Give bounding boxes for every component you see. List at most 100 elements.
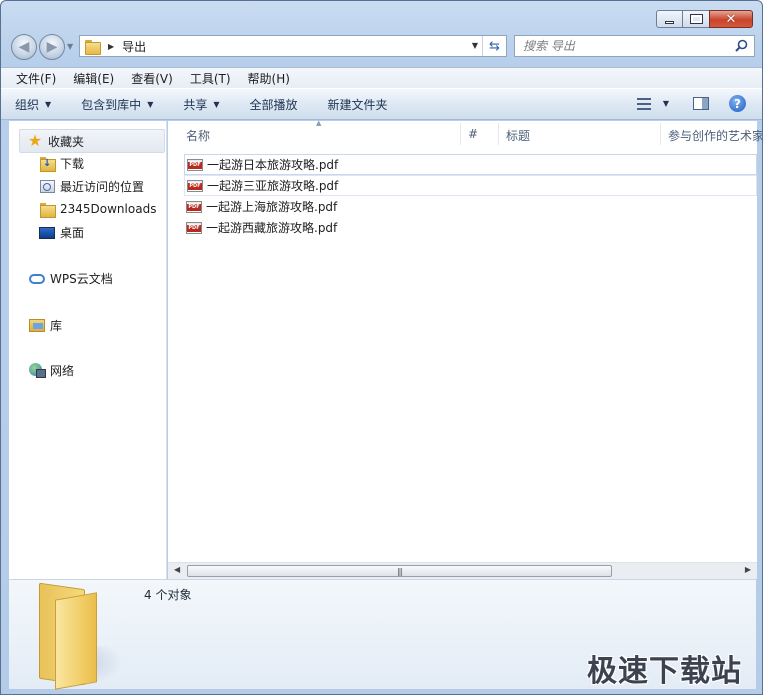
recent-places-icon bbox=[39, 179, 55, 195]
nav-downloads[interactable]: ↓ 下载 bbox=[39, 155, 84, 172]
close-button[interactable]: ✕ bbox=[709, 10, 753, 28]
address-bar[interactable]: ▶ 导出 ▼ ⇆ bbox=[79, 35, 507, 57]
menu-view[interactable]: 查看(V) bbox=[128, 70, 176, 87]
menu-help[interactable]: 帮助(H) bbox=[245, 70, 293, 87]
menu-tools[interactable]: 工具(T) bbox=[187, 70, 234, 87]
include-library-button[interactable]: 包含到库中 ▼ bbox=[81, 96, 153, 113]
view-dropdown-icon[interactable]: ▼ bbox=[663, 99, 669, 108]
file-name: 一起游上海旅游攻略.pdf bbox=[206, 200, 338, 214]
folder-icon bbox=[85, 39, 101, 55]
organize-label: 组织 bbox=[15, 97, 40, 112]
arrow-left-icon: ◀ bbox=[18, 39, 30, 55]
breadcrumb-current[interactable]: 导出 bbox=[122, 38, 146, 55]
file-name: 一起游三亚旅游攻略.pdf bbox=[207, 179, 339, 193]
nav-libraries-label: 库 bbox=[50, 319, 63, 333]
nav-2345downloads-label: 2345Downloads bbox=[60, 202, 157, 216]
nav-network[interactable]: 网络 bbox=[29, 362, 74, 379]
nav-downloads-label: 下载 bbox=[60, 157, 85, 171]
forward-button[interactable]: ▶ bbox=[39, 34, 65, 60]
share-button[interactable]: 共享 ▼ bbox=[183, 96, 219, 113]
refresh-icon: ⇆ bbox=[489, 38, 500, 54]
search-box bbox=[514, 35, 755, 57]
scroll-left-icon[interactable]: ◀ bbox=[174, 565, 180, 574]
file-row[interactable]: 一起游上海旅游攻略.pdf bbox=[184, 196, 757, 217]
column-title[interactable]: 标题 bbox=[506, 127, 530, 144]
maximize-button[interactable] bbox=[682, 10, 710, 28]
caption-buttons: ✕ bbox=[656, 10, 753, 28]
nav-recent[interactable]: 最近访问的位置 bbox=[39, 178, 144, 195]
share-label: 共享 bbox=[183, 97, 208, 112]
menu-bar: 文件(F) 编辑(E) 查看(V) 工具(T) 帮助(H) bbox=[1, 67, 762, 88]
file-name: 一起游西藏旅游攻略.pdf bbox=[206, 221, 338, 235]
column-divider[interactable] bbox=[660, 123, 661, 145]
file-row[interactable]: 一起游三亚旅游攻略.pdf bbox=[184, 175, 757, 196]
close-icon: ✕ bbox=[725, 11, 737, 27]
file-row[interactable]: 一起游西藏旅游攻略.pdf bbox=[184, 217, 757, 238]
navigation-pane: ★ 收藏夹 ↓ 下载 最近访问的位置 2345Downloads 桌面 WPS云… bbox=[9, 121, 167, 579]
folder-icon bbox=[39, 201, 56, 218]
pdf-file-icon bbox=[186, 221, 202, 234]
arrow-right-icon: ▶ bbox=[46, 39, 58, 55]
search-icon[interactable] bbox=[735, 39, 748, 52]
help-icon[interactable]: ? bbox=[729, 95, 746, 112]
column-header: ▲ 名称 # 标题 参与创作的艺术家 bbox=[168, 119, 762, 147]
column-name[interactable]: 名称 bbox=[186, 127, 210, 144]
recent-pages-dropdown[interactable]: ▼ bbox=[67, 42, 73, 51]
pdf-file-icon bbox=[186, 200, 202, 213]
explorer-window: ✕ ◀ ▶ ▼ ▶ 导出 ▼ ⇆ 文件(F) 编辑(E) 查看(V) 工具(T)… bbox=[0, 0, 763, 695]
file-list-pane: ▲ 名称 # 标题 参与创作的艺术家 一起游日本旅游攻略.pdf 一起游三亚旅游… bbox=[168, 119, 762, 579]
nav-desktop[interactable]: 桌面 bbox=[39, 224, 84, 241]
preview-pane-icon[interactable] bbox=[693, 97, 709, 110]
cloud-icon bbox=[29, 271, 45, 287]
organize-button[interactable]: 组织 ▼ bbox=[15, 96, 51, 113]
command-bar: 组织 ▼ 包含到库中 ▼ 共享 ▼ 全部播放 新建文件夹 ▼ ? bbox=[1, 88, 762, 120]
star-icon: ★ bbox=[27, 131, 43, 150]
play-all-button[interactable]: 全部播放 bbox=[250, 96, 298, 113]
refresh-button[interactable]: ⇆ bbox=[482, 36, 506, 56]
nav-desktop-label: 桌面 bbox=[60, 226, 85, 240]
nav-favorites[interactable]: ★ 收藏夹 bbox=[19, 129, 165, 153]
sort-ascending-icon: ▲ bbox=[316, 119, 322, 127]
nav-favorites-label: 收藏夹 bbox=[48, 134, 85, 149]
menu-edit[interactable]: 编辑(E) bbox=[70, 70, 117, 87]
back-button[interactable]: ◀ bbox=[11, 34, 37, 60]
caret-down-icon: ▼ bbox=[147, 99, 154, 109]
nav-recent-label: 最近访问的位置 bbox=[60, 180, 145, 194]
nav-libraries[interactable]: 库 bbox=[29, 317, 62, 334]
large-folder-icon bbox=[33, 582, 123, 690]
pdf-file-icon bbox=[187, 158, 203, 171]
file-row[interactable]: 一起游日本旅游攻略.pdf bbox=[184, 154, 757, 175]
scrollbar-thumb[interactable]: ||| bbox=[187, 565, 612, 577]
scroll-right-icon[interactable]: ▶ bbox=[745, 565, 751, 574]
object-count: 4 个对象 bbox=[144, 588, 192, 602]
view-controls: ▼ ? bbox=[636, 95, 746, 112]
minimize-icon bbox=[665, 20, 674, 24]
menu-file[interactable]: 文件(F) bbox=[13, 70, 59, 87]
pdf-file-icon bbox=[187, 179, 203, 192]
caret-down-icon: ▼ bbox=[213, 99, 220, 109]
include-library-label: 包含到库中 bbox=[81, 97, 142, 112]
desktop-icon bbox=[39, 225, 55, 241]
nav-wps-cloud[interactable]: WPS云文档 bbox=[29, 270, 113, 287]
address-dropdown-icon[interactable]: ▼ bbox=[472, 41, 478, 50]
column-contributing-artist[interactable]: 参与创作的艺术家 bbox=[668, 127, 762, 144]
nav-wps-cloud-label: WPS云文档 bbox=[50, 272, 113, 286]
library-icon bbox=[29, 318, 45, 334]
file-name: 一起游日本旅游攻略.pdf bbox=[207, 158, 339, 172]
maximize-icon bbox=[689, 14, 703, 24]
column-divider[interactable] bbox=[498, 123, 499, 145]
new-folder-button[interactable]: 新建文件夹 bbox=[328, 96, 388, 113]
nav-2345downloads[interactable]: 2345Downloads bbox=[39, 201, 157, 218]
search-input[interactable] bbox=[523, 39, 723, 53]
horizontal-scrollbar[interactable]: ◀ ||| ▶ bbox=[168, 562, 757, 579]
network-icon bbox=[29, 363, 46, 379]
breadcrumb-chevron-icon[interactable]: ▶ bbox=[108, 42, 114, 51]
view-options-icon[interactable] bbox=[636, 97, 651, 110]
minimize-button[interactable] bbox=[656, 10, 683, 28]
column-divider[interactable] bbox=[460, 123, 461, 145]
nav-network-label: 网络 bbox=[50, 364, 75, 378]
caret-down-icon: ▼ bbox=[45, 99, 52, 109]
column-number[interactable]: # bbox=[468, 127, 478, 141]
watermark: 极速下载站 bbox=[587, 654, 742, 689]
downloads-folder-icon: ↓ bbox=[39, 156, 56, 172]
